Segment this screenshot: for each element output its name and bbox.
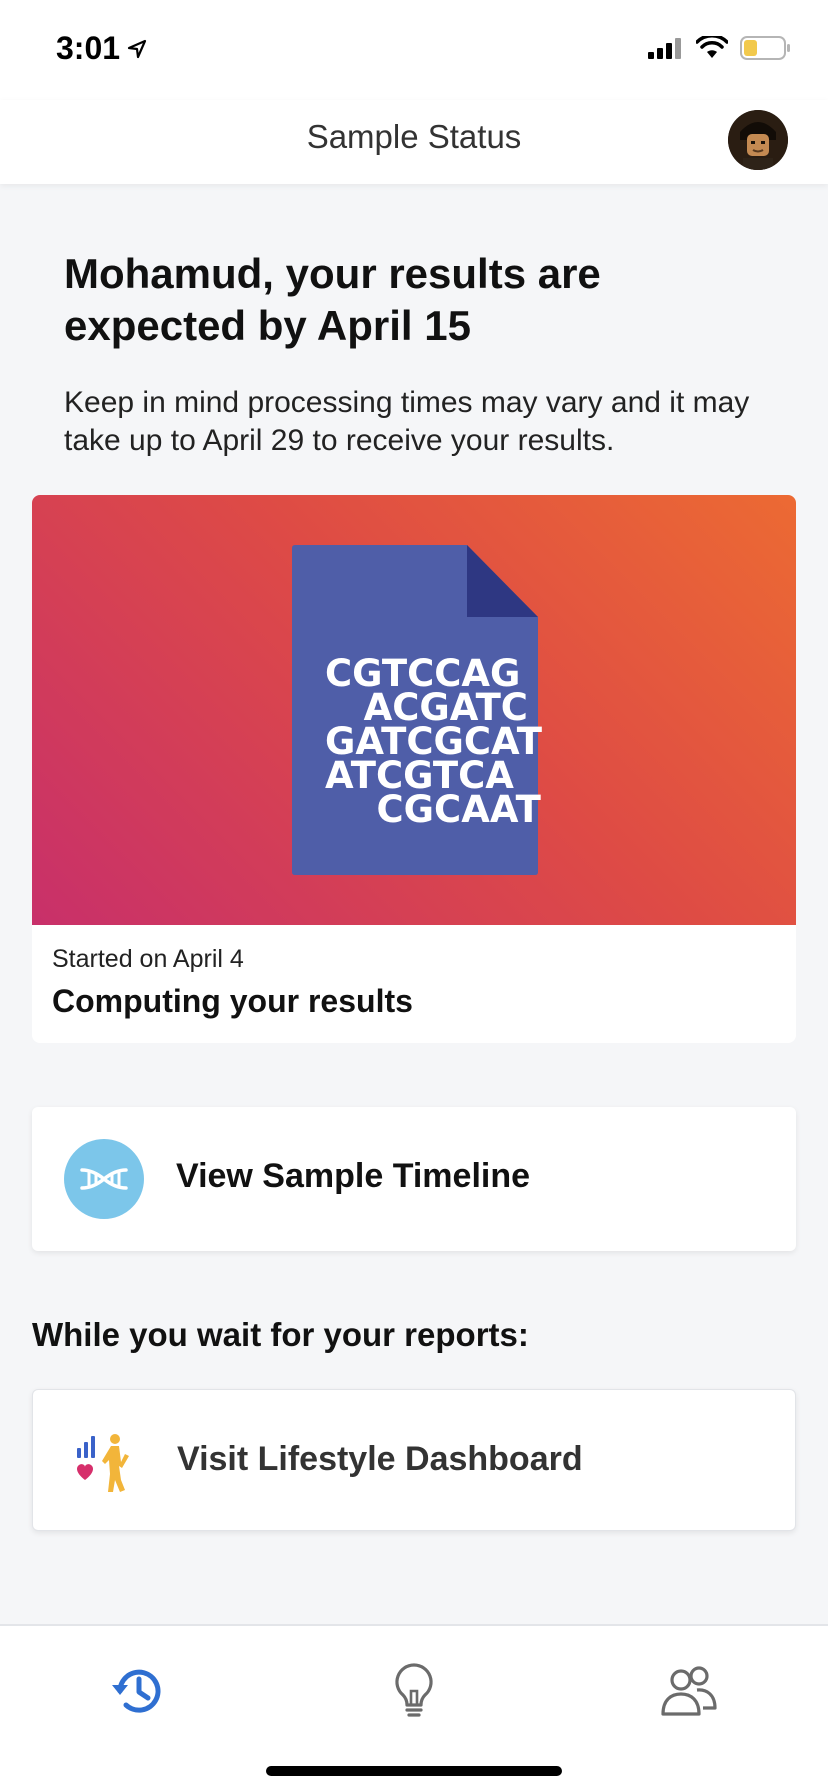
people-icon bbox=[661, 1666, 717, 1716]
started-date: Started on April 4 bbox=[52, 945, 244, 973]
view-sample-timeline-button[interactable]: View Sample Timeline bbox=[32, 1107, 796, 1251]
wifi-icon bbox=[696, 36, 728, 58]
profile-avatar[interactable] bbox=[728, 110, 788, 170]
dna-document-illustration: CGTCCAG ACGATC GATCGCAT ATCGTCA CGCAAT bbox=[292, 545, 542, 875]
tab-people[interactable] bbox=[654, 1656, 724, 1726]
history-icon bbox=[112, 1669, 161, 1713]
clock-text: 3:01 bbox=[56, 30, 121, 66]
avatar-figure-icon bbox=[728, 110, 788, 170]
results-status-card[interactable]: CGTCCAG ACGATC GATCGCAT ATCGTCA CGCAAT S… bbox=[32, 495, 796, 1043]
section-heading: While you wait for your reports: bbox=[32, 1316, 529, 1353]
cellular-signal-icon bbox=[648, 38, 681, 59]
results-headline: Mohamud, your results are expected by Ap… bbox=[64, 250, 601, 349]
battery-icon bbox=[740, 36, 790, 60]
location-arrow-icon bbox=[127, 39, 147, 58]
lifestyle-label: Visit Lifestyle Dashboard bbox=[177, 1440, 583, 1478]
page-title: Sample Status bbox=[306, 118, 522, 155]
lifestyle-walker-icon bbox=[77, 1434, 129, 1492]
home-indicator bbox=[266, 1766, 562, 1776]
nav-bar: Sample Status bbox=[0, 100, 828, 184]
visit-lifestyle-dashboard-button[interactable]: Visit Lifestyle Dashboard bbox=[32, 1389, 796, 1531]
status-indicators bbox=[648, 36, 792, 60]
lightbulb-icon bbox=[395, 1663, 433, 1717]
dna-icon bbox=[64, 1139, 144, 1219]
timeline-label: View Sample Timeline bbox=[176, 1157, 531, 1195]
tab-history[interactable] bbox=[103, 1656, 173, 1726]
status-bar: 3:01 bbox=[0, 0, 828, 100]
status-time: 3:01 bbox=[56, 30, 148, 67]
processing-note: Keep in mind processing times may vary a… bbox=[64, 386, 750, 457]
dna-sequence-text: CGTCCAG ACGATC GATCGCAT ATCGTCA CGCAAT bbox=[292, 655, 542, 831]
tab-tips[interactable] bbox=[379, 1656, 449, 1726]
status-hero-banner: CGTCCAG ACGATC GATCGCAT ATCGTCA CGCAAT bbox=[32, 495, 796, 925]
dna-line: CGCAAT bbox=[325, 788, 541, 831]
processing-status: Computing your results bbox=[52, 983, 413, 1019]
